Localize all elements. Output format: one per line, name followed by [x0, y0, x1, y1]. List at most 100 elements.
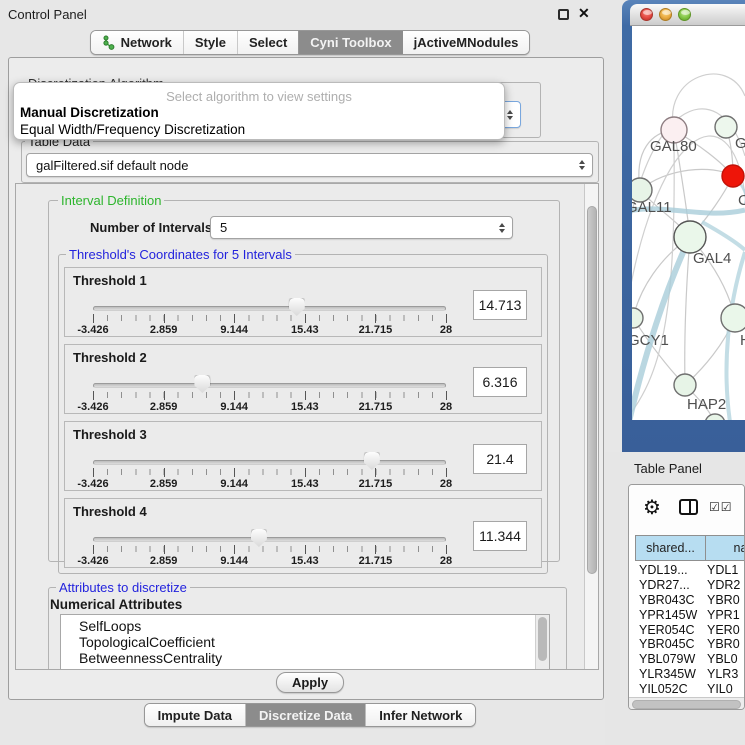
settings-gear-icon[interactable]: ⚙: [643, 495, 661, 520]
network-view-canvas[interactable]: GAL80GACGAL11GAL4GCY1HHAP2: [632, 26, 745, 420]
network-node-gcy1[interactable]: [632, 308, 643, 328]
network-edge[interactable]: [640, 169, 733, 190]
slider-track[interactable]: [93, 460, 446, 465]
table-row[interactable]: YLR345WYLR3: [629, 667, 744, 682]
table-row[interactable]: YDR27...YDR2: [629, 578, 744, 593]
slider-tick-label: 15.43: [291, 401, 319, 413]
table-row[interactable]: YBR045CYBR0: [629, 637, 744, 652]
cell-name[interactable]: YDR2: [697, 578, 740, 593]
cell-shared-name[interactable]: YBL079W: [629, 652, 697, 667]
tab-discretize-data[interactable]: Discretize Data: [245, 704, 365, 726]
table-row[interactable]: YPR145WYPR1: [629, 608, 744, 623]
cell-name[interactable]: YDL1: [697, 563, 738, 578]
close-traffic-light[interactable]: [640, 8, 653, 21]
vertical-scrollbar[interactable]: [584, 184, 599, 669]
slider-track[interactable]: [93, 383, 446, 388]
tab-cyni-toolbox[interactable]: Cyni Toolbox: [298, 31, 402, 54]
close-icon[interactable]: ✕: [578, 5, 590, 22]
cell-name[interactable]: YER0: [697, 623, 740, 638]
cell-name[interactable]: YPR1: [697, 608, 740, 623]
network-node-label: GA: [735, 135, 745, 152]
slider-handle[interactable]: [364, 452, 380, 470]
slider-major-tick: [375, 391, 376, 400]
cell-name[interactable]: YLR3: [697, 667, 738, 682]
list-scrollbar[interactable]: [535, 615, 549, 670]
option-equal-width-frequency[interactable]: Equal Width/Frequency Discretization: [20, 122, 245, 137]
attribute-list-item[interactable]: TopologicalCoefficient: [61, 634, 549, 650]
slider-handle[interactable]: [251, 529, 267, 547]
apply-button[interactable]: Apply: [276, 672, 344, 693]
settings-scroll-area: Interval Definition Number of Intervals …: [15, 183, 599, 670]
select-columns-icon[interactable]: ☑☑: [709, 500, 733, 514]
tab-select[interactable]: Select: [237, 31, 298, 54]
threshold-2-value-field[interactable]: 6.316: [473, 367, 527, 397]
column-header-shared-name[interactable]: shared...: [635, 535, 706, 561]
slider-major-tick: [93, 391, 94, 400]
table-row[interactable]: YBL079WYBL0: [629, 652, 744, 667]
table-row[interactable]: YER054CYER0: [629, 623, 744, 638]
slider-handle[interactable]: [194, 375, 210, 393]
cell-shared-name[interactable]: YDL19...: [629, 563, 697, 578]
slider-handle[interactable]: [289, 298, 305, 316]
tab-label: Network: [121, 35, 172, 50]
cell-name[interactable]: YBR0: [697, 637, 740, 652]
network-edge[interactable]: [685, 237, 690, 385]
threshold-2-slider[interactable]: -3.4262.8599.14415.4321.71528: [93, 371, 446, 413]
table-panel: ⚙ ☑☑ shared... na YDL19...YDL1YDR27...YD…: [628, 484, 745, 710]
cell-shared-name[interactable]: YLR345W: [629, 667, 697, 682]
attribute-list-item[interactable]: BetweennessCentrality: [61, 650, 549, 666]
cell-shared-name[interactable]: YBR045C: [629, 637, 697, 652]
slider-tick-label: 28: [440, 478, 452, 490]
network-node-ga[interactable]: [715, 116, 737, 138]
network-node-c[interactable]: [722, 165, 744, 187]
option-manual-discretization[interactable]: Manual Discretization: [20, 105, 159, 120]
cell-shared-name[interactable]: YER054C: [629, 623, 697, 638]
cell-name[interactable]: YBR0: [697, 593, 740, 608]
number-of-intervals-combobox[interactable]: 5: [210, 216, 513, 239]
network-node-hap2[interactable]: [674, 374, 696, 396]
threshold-4-value-field[interactable]: 11.344: [473, 521, 527, 551]
table-row[interactable]: YIL052CYIL0: [629, 682, 744, 697]
threshold-1-slider[interactable]: -3.4262.8599.14415.4321.71528: [93, 294, 446, 336]
tab-impute-data[interactable]: Impute Data: [145, 704, 245, 726]
threshold-1-value-field[interactable]: 14.713: [473, 290, 527, 320]
interval-definition-title: Interval Definition: [58, 193, 164, 208]
network-node-h[interactable]: [721, 304, 745, 332]
threshold-3-value-field[interactable]: 21.4: [473, 444, 527, 474]
tab-jactivemnodules[interactable]: jActiveMNodules: [403, 31, 530, 54]
cell-name[interactable]: YIL0: [697, 682, 733, 697]
cell-name[interactable]: YBL0: [697, 652, 738, 667]
cell-shared-name[interactable]: YBR043C: [629, 593, 697, 608]
cell-shared-name[interactable]: YDR27...: [629, 578, 697, 593]
threshold-3-panel: Threshold 3 -3.4262.8599.14415.4321.7152…: [64, 421, 542, 491]
slider-tick-label: -3.426: [77, 401, 108, 413]
column-layout-icon[interactable]: [679, 499, 698, 515]
table-rows: YDL19...YDL1YDR27...YDR2YBR043CYBR0YPR14…: [629, 563, 744, 697]
attribute-list-item[interactable]: SelfLoops: [61, 618, 549, 634]
cell-shared-name[interactable]: YPR145W: [629, 608, 697, 623]
network-node[interactable]: [705, 414, 725, 420]
network-node-gal4[interactable]: [674, 221, 706, 253]
tab-infer-network[interactable]: Infer Network: [365, 704, 475, 726]
numerical-attributes-list[interactable]: SelfLoopsTopologicalCoefficientBetweenne…: [60, 614, 550, 670]
table-row[interactable]: YBR043CYBR0: [629, 593, 744, 608]
slider-track[interactable]: [93, 537, 446, 542]
slider-track[interactable]: [93, 306, 446, 311]
network-edge[interactable]: [702, 222, 745, 250]
threshold-3-slider[interactable]: -3.4262.8599.14415.4321.71528: [93, 448, 446, 490]
scrollbar-thumb[interactable]: [587, 206, 597, 574]
float-window-icon[interactable]: [558, 9, 569, 20]
minimize-traffic-light[interactable]: [659, 8, 672, 21]
horizontal-scrollbar[interactable]: [629, 697, 744, 710]
slider-tick-label: 28: [440, 555, 452, 567]
tab-network[interactable]: Network: [91, 31, 183, 54]
threshold-4-slider[interactable]: -3.4262.8599.14415.4321.71528: [93, 525, 446, 567]
column-header-name[interactable]: na: [706, 535, 745, 561]
zoom-traffic-light[interactable]: [678, 8, 691, 21]
scrollbar-thumb[interactable]: [632, 700, 741, 709]
tab-style[interactable]: Style: [183, 31, 237, 54]
cell-shared-name[interactable]: YIL052C: [629, 682, 697, 697]
table-data-combobox[interactable]: galFiltered.sif default node: [26, 153, 593, 177]
slider-major-tick: [375, 545, 376, 554]
table-row[interactable]: YDL19...YDL1: [629, 563, 744, 578]
